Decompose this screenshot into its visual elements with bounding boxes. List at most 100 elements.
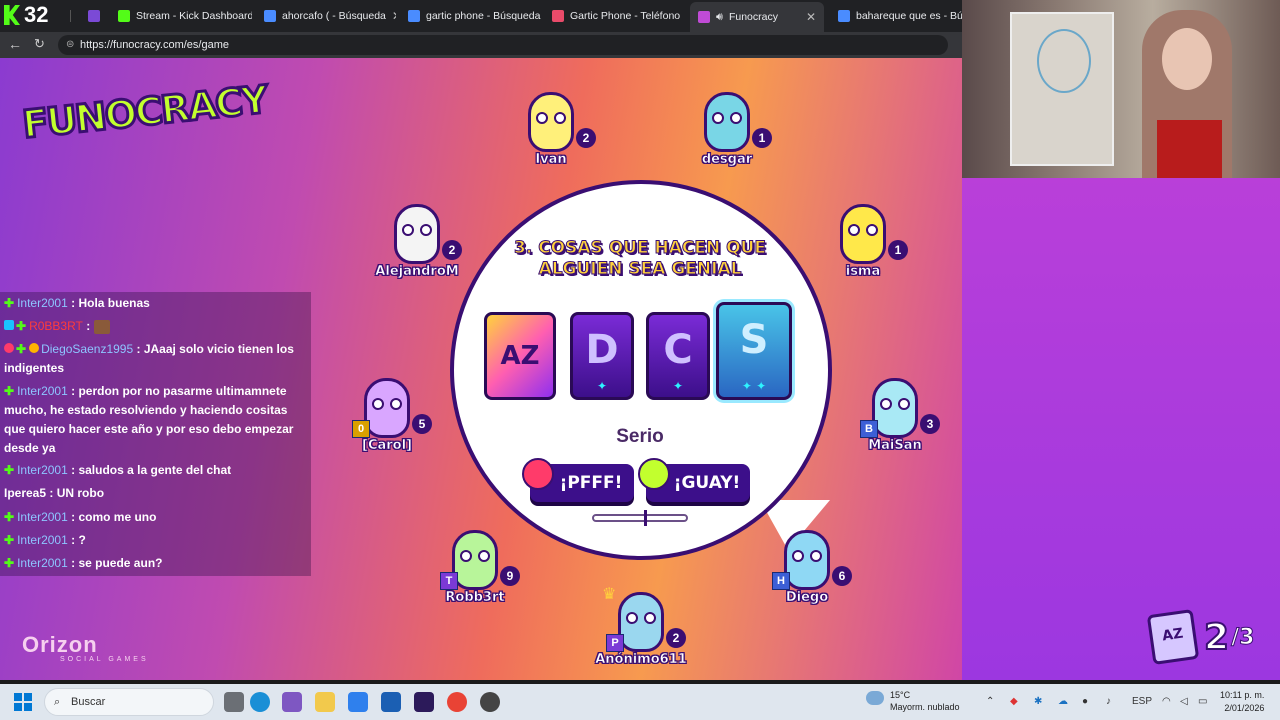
slider-thumb[interactable] [644,510,647,526]
player-name: desgar [701,152,753,168]
tab-funocracy[interactable]: 🔊︎ Funocracy ✕ [690,2,824,32]
tab-ahorcafo-search[interactable]: ahorcafo ( - Búsqueda✕ [264,4,396,28]
shield-icon[interactable]: ◆ [1010,696,1018,707]
round-indicator: AZ 2 /3 [1146,609,1255,665]
site-info-icon[interactable]: ⊜ [66,35,74,55]
obs-icon[interactable] [480,692,500,712]
volume-icon[interactable]: ◁ [1180,696,1188,707]
card-d[interactable]: D ✦ [570,312,634,400]
close-tab-icon[interactable]: ✕ [806,10,816,24]
chat-message: Iperea5 : UN robo [4,486,105,500]
cloudy-weather-icon [866,691,884,705]
microphone-icon[interactable]: ♪ [1106,696,1111,707]
file-explorer-icon[interactable] [315,692,335,712]
avatar-eyes [712,112,742,124]
player-letter-badge: P [606,634,624,652]
card-az[interactable]: AZ [484,312,556,400]
angry-face-icon [522,458,554,490]
timer-slider[interactable] [592,510,688,526]
wifi-icon[interactable]: ◠ [1162,696,1171,707]
player-carol: 0 5 [Carol] [342,378,432,468]
player-score: 2 [576,128,596,148]
kick-icon [4,5,20,25]
speaker-icon[interactable]: 🔊︎ [716,11,723,24]
sparkle-icon: ✦ [596,379,608,393]
edge-icon[interactable] [250,692,270,712]
round-current: 2 [1203,616,1230,659]
sub-badge-icon [4,320,14,330]
player-name: Robb3rt [445,590,505,606]
search-icon: ⌕ [54,696,61,708]
player-score: 5 [412,414,432,434]
avatar-eyes [402,224,432,236]
url-field[interactable]: ⊜ https://funocracy.com/es/game [58,35,948,55]
back-icon[interactable]: ← [8,36,22,52]
player-letter-badge: H [772,572,790,590]
verified-badge-icon: ✚ [16,319,27,333]
premiere-icon[interactable] [414,692,434,712]
orizon-logo: Orizon SOCIAL GAMES [22,632,149,663]
player-letter-badge: T [440,572,458,590]
tab-kick-dashboard[interactable]: Stream - Kick Dashboard✕ [118,4,252,28]
taskbar-clock[interactable]: 10:11 p. m. 2/01/2026 [1220,689,1264,715]
windows-taskbar: ⌕ Buscar 15°C Mayorm. nublado ⌃ ◆ ✱ ☁ ● ♪ … [0,684,1280,720]
pfff-button[interactable]: ¡PFFF! [522,458,634,502]
player-score: 2 [442,240,462,260]
avatar-eyes [792,550,822,562]
tab-pinned[interactable] [88,4,100,28]
sparkle-icon: ✦ [672,379,684,393]
weather-widget[interactable]: 15°C Mayorm. nublado [866,689,960,713]
poster-sketch [1037,29,1091,93]
bluetooth-icon[interactable]: ✱ [1034,696,1042,707]
webcam-feed [962,0,1280,178]
gift-badge-icon [4,343,14,353]
crown-icon: ♛ [602,586,617,603]
player-name: Diego [785,590,829,606]
sparkle-icon: ✦ ✦ [741,379,767,393]
card-s[interactable]: S ✦ ✦ [716,302,792,400]
streamer-shirt [1157,120,1222,178]
player-name: MaiSan [868,438,922,454]
tab-gartic-phone[interactable]: Gartic Phone - Teléfono [552,4,682,28]
tab-gartic-search[interactable]: gartic phone - Búsqueda✕ [408,4,542,28]
chrome-icon[interactable] [447,692,467,712]
player-score: 2 [666,628,686,648]
tab-count[interactable]: 32 [4,2,48,28]
copilot-icon[interactable] [282,692,302,712]
discord-icon[interactable]: ● [1082,696,1088,707]
battery-icon[interactable]: ▭ [1198,696,1207,707]
address-bar-row: ← ↻ ⊜ https://funocracy.com/es/game [0,32,962,58]
task-view-icon[interactable] [224,692,244,712]
language-indicator[interactable]: ESP [1132,696,1152,707]
player-isma: 1 isma [818,204,908,294]
verified-badge-icon: ✚ [4,463,15,477]
card-c[interactable]: C ✦ [646,312,710,400]
player-name: isma [845,264,881,280]
player-name: Anónimo611 [595,652,687,668]
chevron-up-icon[interactable]: ⌃ [986,696,994,707]
cloud-icon[interactable]: ☁ [1058,696,1068,707]
windows-start-icon[interactable] [14,693,32,711]
og-badge-icon [29,343,40,353]
player-name: AlejandroM [375,264,459,280]
taskbar-search[interactable]: ⌕ Buscar [44,688,214,716]
player-score: 3 [920,414,940,434]
store-icon[interactable] [348,692,368,712]
avatar-eyes [460,550,490,562]
tab-bahareque-search[interactable]: bahareque que es - Búsq [838,4,962,28]
thumbs-up-icon [638,458,670,490]
search-icon [264,10,276,22]
verified-badge-icon: ✚ [4,510,15,524]
wall-poster [1010,12,1114,166]
reload-icon[interactable]: ↻ [34,36,45,52]
tab-separator [70,10,71,22]
close-tab-icon[interactable]: ✕ [392,9,396,23]
player-alejandrom: 2 AlejandroM [372,204,462,294]
chat-message: ✚ Inter2001 : Hola buenas [4,296,150,310]
outlook-icon[interactable] [381,692,401,712]
guay-button[interactable]: ¡GUAY! [638,458,750,502]
avatar-eyes [372,398,402,410]
phone-icon [552,10,564,22]
player-ivan: 2 Ivan [506,92,596,182]
player-letter-badge: B [860,420,878,438]
